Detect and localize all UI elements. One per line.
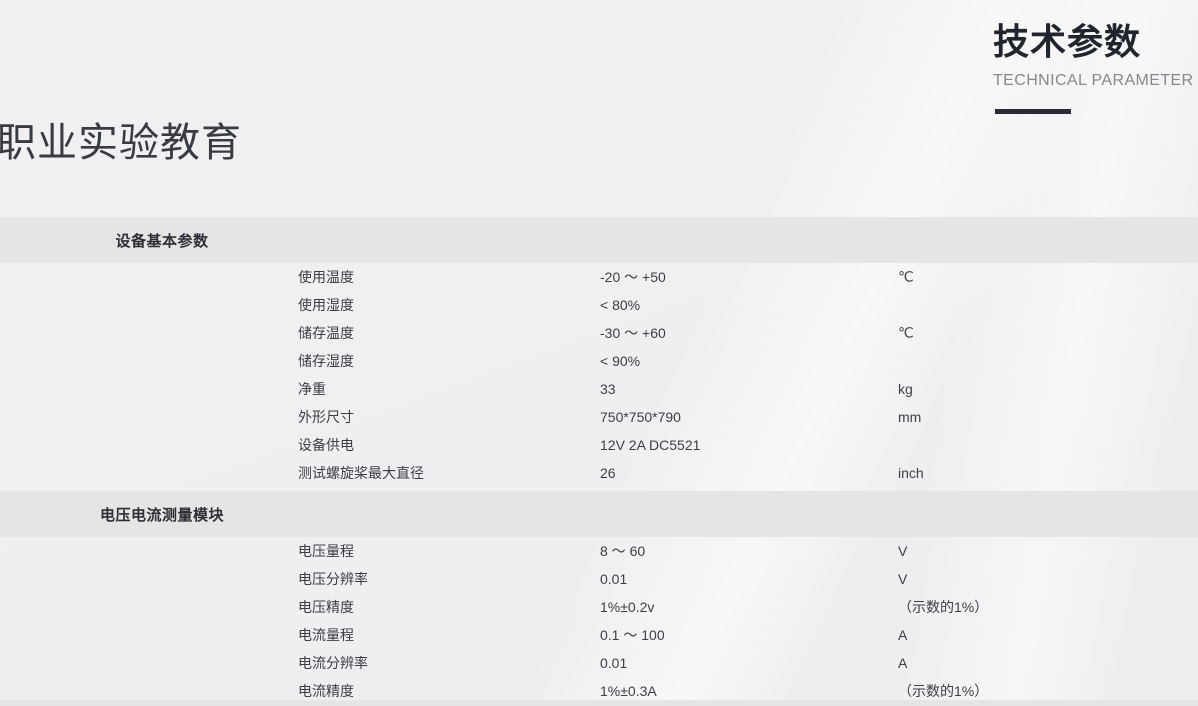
param-value: 8 ～ 60 bbox=[600, 541, 645, 561]
table-row: 使用湿度 < 80% bbox=[0, 291, 1198, 319]
param-unit: V bbox=[898, 543, 907, 559]
table-row: 储存湿度 < 90% bbox=[0, 347, 1198, 375]
table-row: 设备供电 12V 2A DC5521 bbox=[0, 431, 1198, 459]
param-label: 储存湿度 bbox=[298, 351, 354, 371]
table-row: 测试螺旋桨最大直径 26 inch bbox=[0, 459, 1198, 487]
param-unit: （示数的1%） bbox=[898, 597, 988, 617]
table-row: 电压分辨率 0.01 V bbox=[0, 565, 1198, 593]
section-rows: 使用温度 -20 ～ +50 ℃ 使用湿度 < 80% 储存温度 -30 ～ +… bbox=[0, 263, 1198, 487]
page-subtitle: TECHNICAL PARAMETER bbox=[993, 72, 1198, 90]
param-value: -20 ～ +50 bbox=[600, 267, 666, 287]
param-unit: mm bbox=[898, 409, 921, 425]
param-label: 使用温度 bbox=[298, 267, 354, 287]
param-label: 测试螺旋桨最大直径 bbox=[298, 463, 424, 483]
page-title-block: 技术参数 TECHNICAL PARAMETER bbox=[993, 24, 1198, 114]
table-row: 电压精度 1%±0.2v （示数的1%） bbox=[0, 593, 1198, 621]
param-unit: ℃ bbox=[898, 269, 914, 286]
table-row: 电流分辨率 0.01 A bbox=[0, 649, 1198, 677]
param-label: 外形尺寸 bbox=[298, 407, 354, 427]
title-underline bbox=[995, 109, 1071, 114]
table-row: 电压量程 8 ～ 60 V bbox=[0, 537, 1198, 565]
param-unit: ℃ bbox=[898, 325, 914, 342]
brand-title: 职业实验教育 bbox=[0, 110, 242, 168]
table-row: 净重 33 kg bbox=[0, 375, 1198, 403]
param-value: 0.01 bbox=[600, 655, 627, 671]
section-header-label: 设备基本参数 bbox=[0, 230, 324, 251]
param-value: 0.1 ～ 100 bbox=[600, 625, 665, 645]
table-row: 电流量程 0.1 ～ 100 A bbox=[0, 621, 1198, 649]
param-value: 33 bbox=[600, 381, 616, 397]
next-section-strip bbox=[0, 700, 1198, 706]
param-label: 电压分辨率 bbox=[298, 569, 368, 589]
param-value: 1%±0.3A bbox=[600, 683, 657, 699]
param-unit: kg bbox=[898, 381, 913, 397]
param-value: < 90% bbox=[600, 353, 640, 369]
param-label: 设备供电 bbox=[298, 435, 354, 455]
param-label: 电压精度 bbox=[298, 597, 354, 617]
section-header-label: 电压电流测量模块 bbox=[0, 504, 324, 525]
param-value: 750*750*790 bbox=[600, 409, 681, 425]
param-unit: （示数的1%） bbox=[898, 681, 988, 701]
param-unit: A bbox=[898, 655, 907, 671]
technical-parameter-page: 职业实验教育 技术参数 TECHNICAL PARAMETER 设备基本参数 使… bbox=[0, 0, 1198, 706]
param-value: 1%±0.2v bbox=[600, 599, 654, 615]
section-rows: 电压量程 8 ～ 60 V 电压分辨率 0.01 V 电压精度 1%±0.2v … bbox=[0, 537, 1198, 705]
param-label: 电流分辨率 bbox=[298, 653, 368, 673]
section-header: 电压电流测量模块 bbox=[0, 491, 1198, 537]
param-value: 26 bbox=[600, 465, 616, 481]
param-unit: A bbox=[898, 627, 907, 643]
spec-section: 电压电流测量模块 电压量程 8 ～ 60 V 电压分辨率 0.01 V 电压精度… bbox=[0, 491, 1198, 705]
param-value: -30 ～ +60 bbox=[600, 323, 666, 343]
param-label: 使用湿度 bbox=[298, 295, 354, 315]
param-value: < 80% bbox=[600, 297, 640, 313]
param-label: 电流量程 bbox=[298, 625, 354, 645]
param-label: 电压量程 bbox=[298, 541, 354, 561]
param-value: 0.01 bbox=[600, 571, 627, 587]
table-row: 外形尺寸 750*750*790 mm bbox=[0, 403, 1198, 431]
spec-table: 设备基本参数 使用温度 -20 ～ +50 ℃ 使用湿度 < 80% 储存温度 … bbox=[0, 217, 1198, 705]
param-label: 净重 bbox=[298, 379, 326, 399]
page-title: 技术参数 bbox=[993, 24, 1198, 60]
param-label: 电流精度 bbox=[298, 681, 354, 701]
param-unit: V bbox=[898, 571, 907, 587]
table-row: 储存温度 -30 ～ +60 ℃ bbox=[0, 319, 1198, 347]
param-value: 12V 2A DC5521 bbox=[600, 437, 700, 453]
param-unit: inch bbox=[898, 465, 924, 481]
spec-section: 设备基本参数 使用温度 -20 ～ +50 ℃ 使用湿度 < 80% 储存温度 … bbox=[0, 217, 1198, 487]
table-row: 使用温度 -20 ～ +50 ℃ bbox=[0, 263, 1198, 291]
section-header: 设备基本参数 bbox=[0, 217, 1198, 263]
param-label: 储存温度 bbox=[298, 323, 354, 343]
